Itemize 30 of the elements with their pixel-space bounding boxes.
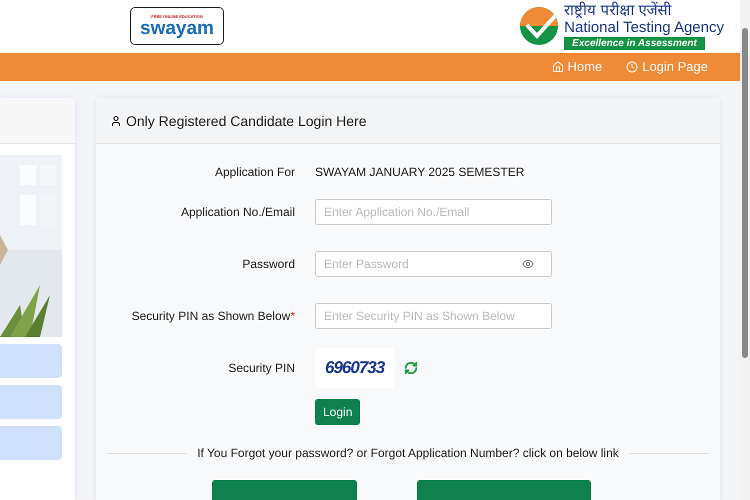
password-field[interactable]: Enter Password [315,251,552,277]
input-field[interactable]: Enter Application No./Email [315,199,552,225]
nav-link[interactable]: Home [552,59,602,74]
scrollbar-thumb[interactable] [742,28,748,358]
agency-hindi-name: राष्ट्रीय परीक्षा एजेंसी [564,2,672,19]
recovery-button[interactable] [417,480,591,500]
field-label: Application No./Email [180,205,295,219]
captcha-image: 6960733 [315,348,394,388]
side-button[interactable] [0,385,62,419]
clock-icon [626,60,638,73]
login-button[interactable]: Login [315,399,360,425]
agency-slogan: Excellence in Assessment [564,36,705,50]
nav-link[interactable]: Login Page [626,59,708,74]
agency-name: National Testing Agency [564,18,724,37]
checkmark-logo-icon [519,6,560,46]
field-label: Password [241,257,295,271]
side-button[interactable] [0,344,62,378]
input-field[interactable]: Enter Security PIN as Shown Below [315,303,552,329]
side-button[interactable] [0,426,62,460]
user-icon [110,114,122,126]
panel-title: Only Registered Candidate Login Here [126,112,366,128]
field-label: Application For [214,165,295,179]
home-icon [552,60,564,73]
field-label: Security PIN as Shown Below* [130,309,295,323]
field-label: Security PIN [227,361,295,375]
recovery-button[interactable] [212,480,357,500]
refresh-icon[interactable] [404,361,418,375]
field-value: SWAYAM JANUARY 2025 SEMESTER [315,165,524,179]
eye-icon[interactable] [522,258,534,270]
forgot-note: If You Forgot your password? or Forgot Application Number? click on below link [197,446,619,460]
